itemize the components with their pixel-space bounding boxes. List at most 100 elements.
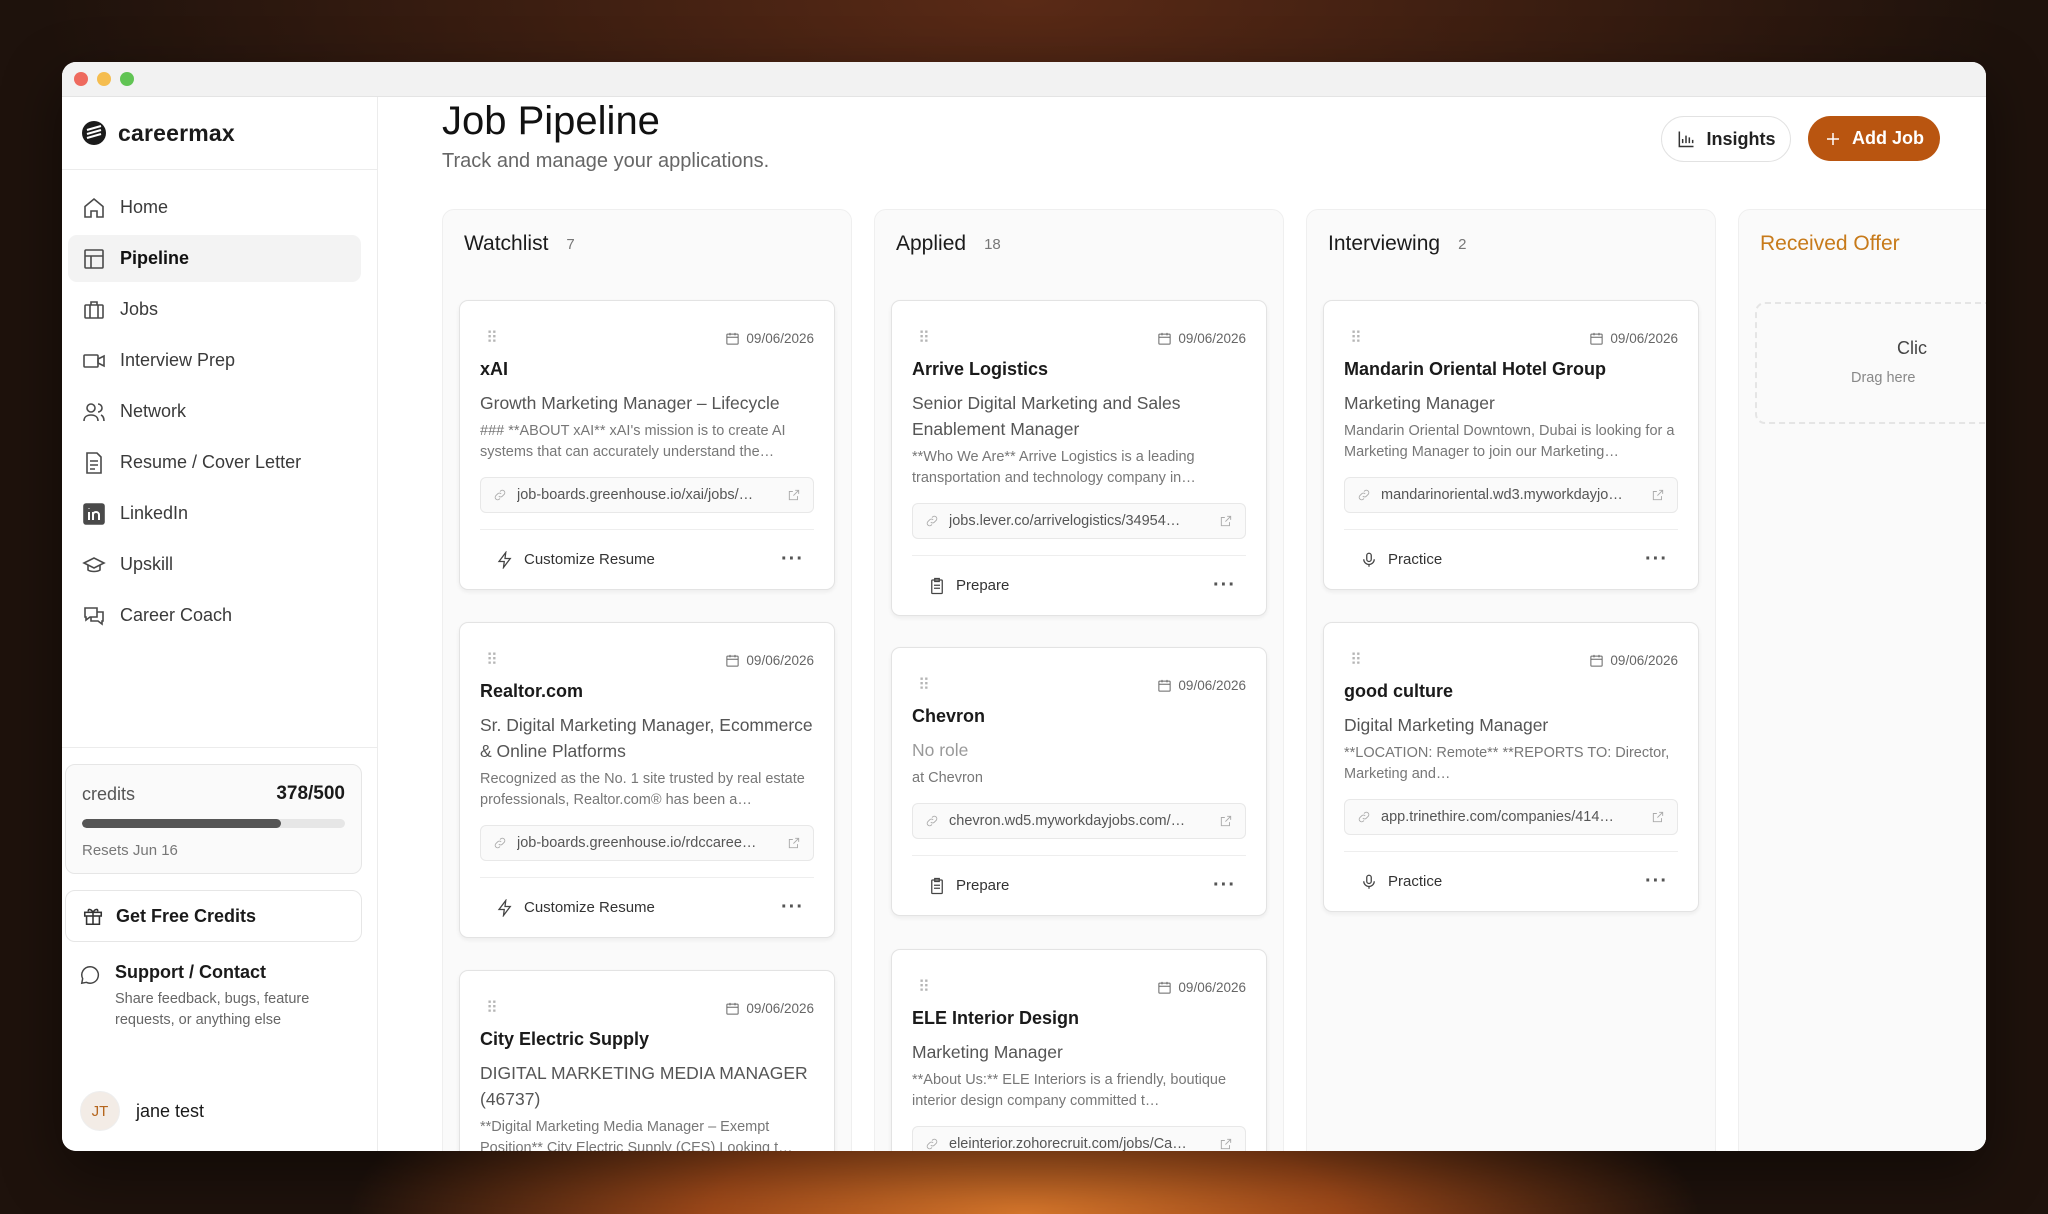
card-role: No role bbox=[912, 740, 969, 760]
action-label: Practice bbox=[1388, 873, 1443, 890]
sidebar-item-pipeline[interactable]: Pipeline bbox=[68, 235, 361, 282]
customize-resume-button[interactable]: Customize Resume bbox=[496, 898, 655, 917]
get-free-credits-button[interactable]: Get Free Credits bbox=[65, 890, 362, 942]
plus-icon bbox=[1827, 132, 1839, 145]
prepare-button[interactable]: Prepare bbox=[928, 577, 1009, 595]
support-description: Share feedback, bugs, feature requests, … bbox=[115, 991, 310, 1028]
pipeline-board: Watchlist 7 ⠿ 09/06/2026 xAI Growth Mark… bbox=[442, 209, 1986, 1151]
external-link-icon[interactable] bbox=[1651, 810, 1665, 824]
job-url: eleinterior.zohorecruit.com/jobs/Ca… bbox=[949, 1136, 1187, 1151]
card-date: 09/06/2026 bbox=[1157, 678, 1246, 693]
action-label: Prepare bbox=[956, 577, 1010, 594]
link-icon bbox=[926, 1138, 938, 1150]
sidebar-item-network[interactable]: Network bbox=[68, 388, 361, 435]
card-date: 09/06/2026 bbox=[1157, 980, 1246, 995]
sidebar-item-linkedin[interactable]: LinkedIn bbox=[68, 490, 361, 537]
card-role: Marketing Manager bbox=[912, 1042, 1063, 1062]
job-link[interactable]: app.trinethire.com/companies/414… bbox=[1344, 799, 1678, 835]
sidebar-item-upskill[interactable]: Upskill bbox=[68, 541, 361, 588]
user-profile[interactable]: JT jane test bbox=[80, 1091, 204, 1131]
job-card[interactable]: ⠿ 09/06/2026 Arrive Logistics Senior Dig… bbox=[891, 300, 1267, 616]
external-link-icon[interactable] bbox=[1219, 814, 1233, 828]
date-text: 09/06/2026 bbox=[746, 1000, 814, 1016]
drop-zone[interactable]: Clic Drag here bbox=[1755, 302, 1986, 424]
customize-resume-button[interactable]: Customize Resume bbox=[496, 550, 655, 569]
column-count: 2 bbox=[1458, 235, 1467, 253]
job-link[interactable]: job-boards.greenhouse.io/rdccaree… bbox=[480, 825, 814, 861]
card-role: Marketing Manager bbox=[1344, 393, 1495, 413]
job-link[interactable]: mandarinoriental.wd3.myworkdayjo… bbox=[1344, 477, 1678, 513]
card-company: ELE Interior Design bbox=[912, 1008, 1080, 1028]
external-link-icon[interactable] bbox=[1651, 488, 1665, 502]
date-text: 09/06/2026 bbox=[746, 652, 814, 668]
external-link-icon[interactable] bbox=[1219, 1137, 1233, 1151]
close-window-button[interactable] bbox=[74, 72, 88, 86]
drag-handle-icon[interactable]: ⠿ bbox=[918, 328, 931, 348]
date-text: 09/06/2026 bbox=[1610, 652, 1678, 668]
card-role: DIGITAL MARKETING MEDIA MANAGER (46737) bbox=[480, 1063, 808, 1109]
job-link[interactable]: chevron.wd5.myworkdayjobs.com/… bbox=[912, 803, 1246, 839]
column-title: Interviewing bbox=[1328, 232, 1441, 255]
more-options-icon[interactable]: ··· bbox=[1645, 548, 1668, 571]
support-contact-link[interactable]: Support / Contact Share feedback, bugs, … bbox=[65, 962, 362, 1031]
job-link[interactable]: jobs.lever.co/arrivelogistics/34954… bbox=[912, 503, 1246, 539]
brand[interactable]: careermax bbox=[62, 97, 377, 170]
user-name: jane test bbox=[136, 1100, 205, 1121]
job-card[interactable]: ⠿ 09/06/2026 Realtor.com Sr. Digital Mar… bbox=[459, 622, 835, 938]
drop-zone-hint: Drag here bbox=[1851, 370, 1916, 386]
chat-icon bbox=[84, 606, 104, 626]
more-options-icon[interactable]: ··· bbox=[1213, 874, 1236, 897]
drag-handle-icon[interactable]: ⠿ bbox=[486, 650, 499, 670]
card-description: **Digital Marketing Media Manager – Exem… bbox=[480, 1119, 793, 1151]
job-link[interactable]: eleinterior.zohorecruit.com/jobs/Ca… bbox=[912, 1126, 1246, 1151]
external-link-icon[interactable] bbox=[787, 488, 801, 502]
job-card[interactable]: ⠿ 09/06/2026 good culture Digital Market… bbox=[1323, 622, 1699, 912]
sidebar-item-jobs[interactable]: Jobs bbox=[68, 286, 361, 333]
job-link[interactable]: job-boards.greenhouse.io/xai/jobs/… bbox=[480, 477, 814, 513]
sidebar-item-resume[interactable]: Resume / Cover Letter bbox=[68, 439, 361, 486]
action-label: Prepare bbox=[956, 877, 1010, 894]
sidebar-item-career-coach[interactable]: Career Coach bbox=[68, 592, 361, 639]
sidebar-item-interview-prep[interactable]: Interview Prep bbox=[68, 337, 361, 384]
add-job-button[interactable]: Add Job bbox=[1808, 116, 1940, 161]
maximize-window-button[interactable] bbox=[120, 72, 134, 86]
job-card[interactable]: ⠿ 09/06/2026 xAI Growth Marketing Manage… bbox=[459, 300, 835, 590]
insights-button[interactable]: Insights bbox=[1661, 116, 1791, 162]
column-title: Watchlist bbox=[464, 232, 549, 255]
drag-handle-icon[interactable]: ⠿ bbox=[1350, 650, 1363, 670]
drag-handle-icon[interactable]: ⠿ bbox=[918, 675, 931, 695]
external-link-icon[interactable] bbox=[1219, 514, 1233, 528]
drag-handle-icon[interactable]: ⠿ bbox=[918, 977, 931, 997]
drag-handle-icon[interactable]: ⠿ bbox=[486, 328, 499, 348]
more-options-icon[interactable]: ··· bbox=[781, 548, 804, 571]
prepare-button[interactable]: Prepare bbox=[928, 877, 1009, 895]
card-role: Senior Digital Marketing and Sales Enabl… bbox=[912, 393, 1181, 439]
column-title: Received Offer bbox=[1760, 232, 1900, 255]
job-card[interactable]: ⠿ 09/06/2026 ELE Interior Design Marketi… bbox=[891, 949, 1267, 1151]
card-date: 09/06/2026 bbox=[725, 331, 814, 346]
job-card[interactable]: ⠿ 09/06/2026 City Electric Supply DIGITA… bbox=[459, 970, 835, 1151]
credits-value: 378/500 bbox=[276, 783, 345, 804]
briefcase-icon bbox=[84, 300, 104, 319]
job-card[interactable]: ⠿ 09/06/2026 Chevron No role at Chevron … bbox=[891, 647, 1267, 916]
more-options-icon[interactable]: ··· bbox=[781, 896, 804, 919]
external-link-icon[interactable] bbox=[787, 836, 801, 850]
card-date: 09/06/2026 bbox=[1157, 331, 1246, 346]
drag-handle-icon[interactable]: ⠿ bbox=[486, 998, 499, 1018]
practice-button[interactable]: Practice bbox=[1360, 551, 1442, 569]
get-free-credits-label: Get Free Credits bbox=[116, 905, 257, 926]
link-icon bbox=[1358, 811, 1370, 823]
column-interviewing: Interviewing 2 ⠿ 09/06/2026 Mandarin Ori… bbox=[1306, 209, 1716, 1151]
card-description: **Who We Are** Arrive Logistics is a lea… bbox=[912, 449, 1196, 486]
practice-button[interactable]: Practice bbox=[1360, 873, 1442, 891]
link-icon bbox=[494, 837, 506, 849]
more-options-icon[interactable]: ··· bbox=[1645, 870, 1668, 893]
more-options-icon[interactable]: ··· bbox=[1213, 574, 1236, 597]
sidebar-item-home[interactable]: Home bbox=[68, 184, 361, 231]
minimize-window-button[interactable] bbox=[97, 72, 111, 86]
calendar-icon bbox=[1158, 332, 1172, 345]
job-card[interactable]: ⠿ 09/06/2026 Mandarin Oriental Hotel Gro… bbox=[1323, 300, 1699, 590]
drag-handle-icon[interactable]: ⠿ bbox=[1350, 328, 1363, 348]
credits-progress-bar bbox=[82, 819, 345, 828]
credits-panel: credits 378/500 Resets Jun 16 bbox=[65, 764, 362, 874]
